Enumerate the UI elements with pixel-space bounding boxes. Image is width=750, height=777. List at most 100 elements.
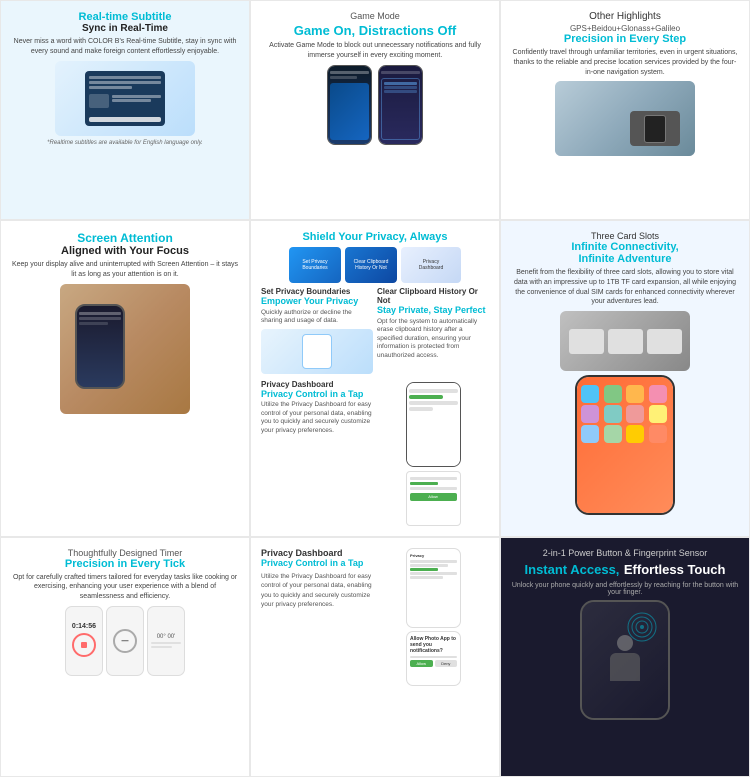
game-content [330,83,369,140]
notif-btn-text: Allow [428,494,438,499]
subtitle-title: Real-time Subtitle [11,11,239,23]
privacy1-title: Set Privacy Boundaries [261,287,373,296]
apps-bg [577,377,673,513]
privacy-dash-phone-1 [406,382,461,467]
card-slots-title-2: Infinite Adventure [511,253,739,265]
timer-content-1: 0:14:56 [66,619,102,664]
fingerprint-body: Unlock your phone quickly and effortless… [511,582,739,596]
apps-phone [575,375,675,515]
app-12 [649,425,667,443]
att-bar-2 [79,317,121,320]
subtitle-subtitle: Sync in Real-Time [11,23,239,34]
card-slot-3 [647,329,682,354]
privacy-dash-right: Privacy Allow Photo App to send you noti… [378,548,489,686]
game-mode-section: Game Mode Game On, Distractions Off Acti… [250,0,500,220]
timer-time-1: 0:14:56 [72,623,96,630]
notif-row-1 [410,477,457,480]
game-phone-1 [327,65,372,145]
privacy-detail-1: Set Privacy Boundaries Empower Your Priv… [261,287,373,374]
notif-title: Allow Photo App to send you notification… [410,636,457,654]
fingerprint-title-part2: Effortless Touch [624,562,726,577]
privacy-phone-screen: Privacy [407,549,460,627]
privacy1-image [261,329,373,374]
fingerprint-title: Instant Access, Effortless Touch [511,561,739,579]
game-mode-title: Game On, Distractions Off [261,23,489,38]
subtitle-caption-bar [89,117,161,122]
notif-row-2 [410,482,438,485]
game-bar-1 [330,71,369,74]
notif-deny-btn[interactable]: Deny [435,660,458,667]
caption-bar-2 [112,99,151,102]
privacy-detail-3: Privacy Dashboard Privacy Control in a T… [261,380,373,526]
notif-sep [410,656,457,658]
caption-bar-1 [112,95,161,98]
privacy-main-title: Shield Your Privacy, Always [261,231,489,243]
privacy3-body: Utilize the Privacy Dashboard for easy c… [261,401,373,435]
game-menu-item-1 [384,82,417,85]
app-7 [626,405,644,423]
fingerprint-label: 2-in-1 Power Button & Fingerprint Sensor [511,548,739,558]
app-8 [649,405,667,423]
gps-title: Precision in Every Step [511,33,739,45]
p-row-4 [410,572,457,575]
privacy2-body: Opt for the system to automatically eras… [377,318,489,360]
dash-row-4 [409,407,434,411]
gps-label: GPS+Beidou+Glonass+Galileo [511,24,739,33]
gps-body: Confidently travel through unfamiliar te… [511,48,739,77]
card-slots-section: Three Card Slots Infinite Connectivity, … [500,220,750,537]
other-highlights-label: Other Highlights [511,11,739,22]
notif-allow-btn[interactable]: Allow [410,660,433,667]
screen-attention-section: Screen Attention Aligned with Your Focus… [0,220,250,537]
card-slot-2 [608,329,643,354]
privacy3-title: Privacy Dashboard [261,380,373,389]
card-slots-title-1: Infinite Connectivity, [511,241,739,253]
privacy2-sub: Stay Private, Stay Perfect [377,305,489,316]
privacy-notification-box: Allow [406,471,461,526]
card-slots-label: Three Card Slots [511,231,739,241]
privacy-dash-title: Privacy Dashboard [261,548,372,558]
app-4 [649,385,667,403]
privacy-box-2: Clear ClipboardHistory Or Not [345,247,397,283]
notif-allow-text: Allow [416,661,426,666]
other-highlights-section: Other Highlights GPS+Beidou+Glonass+Gali… [500,0,750,220]
timer-bar-2 [151,646,172,648]
realtime-subtitle-section: Real-time Subtitle Sync in Real-Time Nev… [0,0,250,220]
privacy-box-1: Set PrivacyBoundaries [289,247,341,283]
caption-box [89,94,109,108]
timer-title: Precision in Every Tick [11,558,239,570]
privacy-phone-main: Privacy [406,548,461,628]
game-bar-2 [330,76,357,79]
timer-phones-container: 0:14:56 — 00° 00' [11,606,239,676]
game-screen-1 [328,66,371,144]
privacy-dash-grid: Privacy Dashboard Privacy Control in a T… [261,548,489,686]
subtitle-note: *Realtime subtitles are available for En… [11,140,239,146]
subtitle-screen [85,71,165,126]
timer-circle-2: — [113,629,137,653]
privacy-box-3-text: PrivacyDashboard [417,257,445,273]
att-bar-3 [79,322,108,325]
notification-popup: Allow Photo App to send you notification… [406,631,461,686]
subtitle-bar-1 [89,76,161,79]
attention-body: Keep your display alive and uninterrupte… [11,260,239,280]
privacy-boxes-row: Set PrivacyBoundaries Clear ClipboardHis… [261,247,489,283]
timer-content-3: 00° 00' [148,607,184,675]
game-screen-2 [379,66,422,144]
card-slots-body: Benefit from the flexibility of three ca… [511,268,739,307]
privacy-box-1-text: Set PrivacyBoundaries [300,257,329,273]
attention-phone [75,304,125,389]
game-menu-item-2 [384,86,417,89]
notif-row-3 [410,487,457,490]
fingerprint-title-part1: Instant Access, [525,562,620,577]
notif-deny-text: Deny [441,661,450,666]
game-menu [381,78,420,140]
card-slot-1 [569,329,604,354]
p-row-2 [410,564,448,567]
privacy-dashboard-section: Privacy Dashboard Privacy Control in a T… [250,537,500,777]
body-shape [610,653,640,681]
privacy-section: Shield Your Privacy, Always Set PrivacyB… [250,220,500,537]
phone-in-holder [644,115,666,143]
dash-row-2 [409,395,443,399]
p-row-1 [410,560,457,563]
attention-image [60,284,190,414]
game-bar-3 [381,71,420,74]
